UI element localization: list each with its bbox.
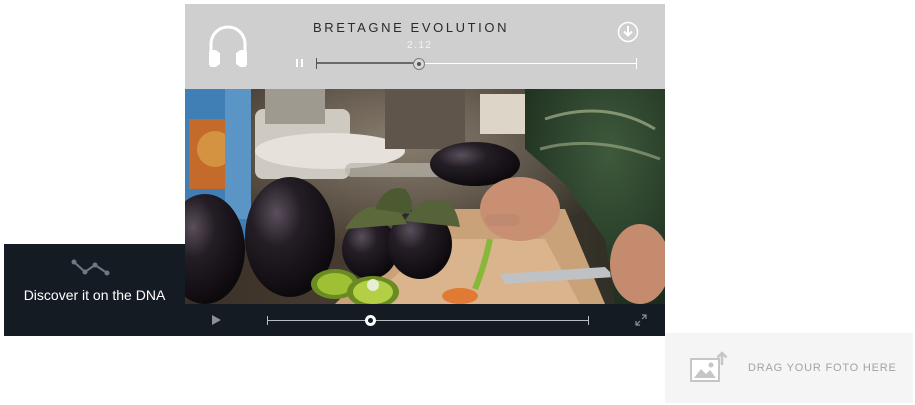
audio-seek-fill [316, 62, 419, 64]
fullscreen-icon[interactable] [635, 314, 647, 326]
video-seek-start [267, 316, 268, 325]
dropzone-label: DRAG YOUR FOTO HERE [748, 362, 897, 374]
image-upload-icon [690, 351, 728, 382]
audio-seek-bar[interactable] [316, 58, 637, 70]
audio-seek-start [316, 58, 317, 69]
dna-link-text: Discover it on the DNA [23, 287, 166, 303]
track-time: 2.12 [407, 40, 433, 51]
page: BRETAGNE EVOLUTION 2.12 Discover it on t… [0, 0, 915, 405]
download-icon[interactable] [617, 21, 639, 43]
track-title: BRETAGNE EVOLUTION [313, 20, 510, 35]
audio-seek-end [636, 58, 637, 69]
headphones-icon [209, 25, 247, 67]
video-controls [185, 304, 665, 336]
audio-player: BRETAGNE EVOLUTION 2.12 [185, 4, 665, 89]
play-icon[interactable] [210, 314, 222, 326]
dna-link-panel[interactable]: Discover it on the DNA [4, 244, 185, 336]
video-seek-rail [267, 320, 589, 321]
video-seek-handle[interactable] [365, 315, 377, 326]
video-still-image [185, 89, 665, 304]
video-frame[interactable] [185, 89, 665, 304]
photo-dropzone[interactable]: DRAG YOUR FOTO HERE [665, 333, 913, 403]
pause-icon[interactable] [293, 56, 307, 70]
video-seek-bar[interactable] [267, 315, 589, 326]
dna-graph-icon [71, 259, 110, 276]
video-seek-end [588, 316, 589, 325]
audio-seek-handle[interactable] [412, 58, 425, 70]
